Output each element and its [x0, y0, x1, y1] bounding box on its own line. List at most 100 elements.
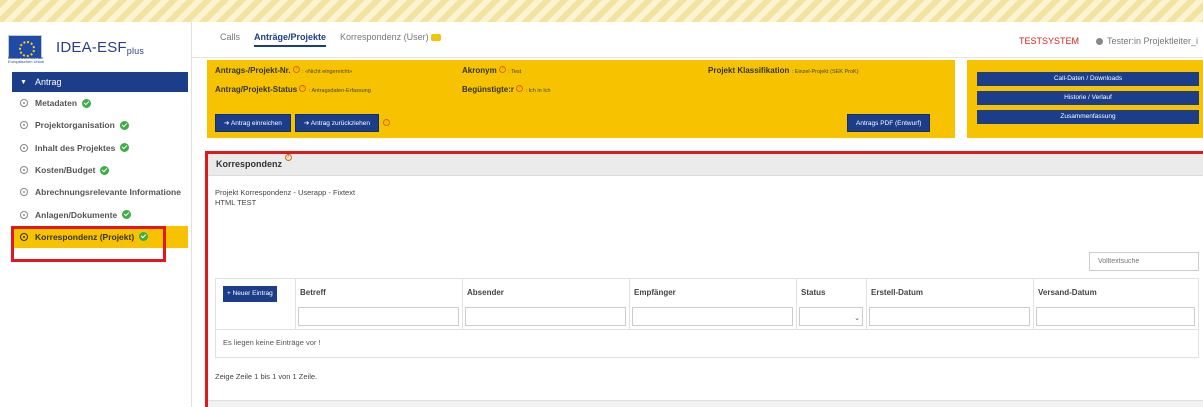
caret-down-icon: ▼	[20, 78, 27, 86]
brand-name: IDEA-ESF	[56, 38, 127, 56]
column-betreff: Betreff	[296, 279, 463, 329]
column-versand-datum: Versand-Datum	[1034, 279, 1198, 329]
filter-input-absender[interactable]	[465, 307, 626, 326]
tab-korrespondenz-user[interactable]: Korrespondenz (User)	[340, 32, 441, 47]
filter-input-betreff[interactable]	[298, 307, 459, 326]
sidebar-item-metadaten[interactable]: Metadaten	[12, 92, 188, 114]
summary-button[interactable]: Zusammenfassung	[977, 110, 1199, 124]
classification-value: : Einzel-Projekt (SEK ProK)	[791, 69, 859, 75]
chat-icon	[430, 34, 441, 42]
radio-bullet-icon	[20, 121, 28, 130]
column-label: Erstell-Datum	[871, 288, 924, 297]
check-circle-icon	[120, 143, 130, 153]
column-empfaenger: Empfänger	[630, 279, 797, 329]
top-stripe	[0, 0, 1203, 22]
column-label: Versand-Datum	[1038, 288, 1097, 297]
sidebar-item-label: Kosten/Budget	[35, 165, 96, 176]
project-status-label: Antrag/Projekt-Status	[215, 85, 298, 94]
filter-input-erstell-datum[interactable]	[869, 307, 1030, 326]
correspondence-table: + Neuer Eintrag Betreff Absender Empfäng…	[215, 278, 1199, 358]
column-label: Absender	[467, 288, 504, 297]
help-icon[interactable]: ?	[516, 85, 524, 92]
sidebar-item-kosten[interactable]: Kosten/Budget	[12, 159, 188, 181]
main-tabs: Calls Anträge/Projekte Korrespondenz (Us…	[220, 32, 455, 47]
acronym-label: Akronym	[462, 66, 497, 75]
sidebar-header-antrag[interactable]: ▼ Antrag	[12, 72, 188, 92]
section-title: Korrespondenz	[216, 159, 283, 169]
fulltext-search-input[interactable]	[1089, 252, 1199, 271]
eu-caption: Kofinanziert von der Europäischen Union	[8, 55, 45, 64]
check-circle-icon	[122, 210, 132, 220]
logo-area: Kofinanziert von der Europäischen Union …	[8, 28, 188, 66]
filter-input-empfaenger[interactable]	[632, 307, 793, 326]
brand-suffix: plus	[126, 45, 145, 56]
beneficiary-value: : Ich in Ich	[525, 88, 551, 94]
column-label: Empfänger	[634, 288, 676, 297]
sidebar-item-anlagen[interactable]: Anlagen/Dokumente	[12, 203, 188, 225]
project-status: Antrag/Projekt-Status ? : Antragsdaten-E…	[215, 85, 371, 94]
submit-application-button[interactable]: ➔ Antrag einreichen	[215, 114, 291, 132]
classification-label: Projekt Klassifikation	[708, 66, 790, 75]
tab-calls[interactable]: Calls	[220, 32, 240, 47]
tab-label: Korrespondenz (User)	[340, 32, 429, 42]
radio-bullet-icon	[20, 166, 28, 175]
check-circle-icon	[119, 120, 129, 130]
button-label: Antrag zurückziehen	[310, 120, 371, 127]
button-label: Neuer Eintrag	[232, 290, 273, 297]
bottom-divider	[208, 400, 1203, 407]
radio-bullet-icon	[20, 188, 28, 197]
sidebar-item-abrechnung[interactable]: Abrechnungsrelevante Informatione	[12, 181, 188, 203]
user-icon	[1096, 38, 1103, 46]
project-acronym: Akronym ? : Test	[462, 66, 521, 75]
radio-bullet-icon	[20, 99, 28, 108]
sidebar-item-label: Inhalt des Projektes	[35, 142, 116, 153]
filter-input-versand-datum[interactable]	[1036, 307, 1195, 326]
check-circle-icon	[82, 98, 92, 108]
sidebar-item-projektorganisation[interactable]: Projektorganisation	[12, 114, 188, 136]
fixtext: Projekt Korrespondenz - Userapp - Fixtex…	[215, 188, 355, 208]
top-navbar: Calls Anträge/Projekte Korrespondenz (Us…	[192, 22, 1203, 58]
user-menu[interactable]: Tester:in Projektleiter_i	[1096, 36, 1198, 46]
button-label: Antrag einreichen	[230, 120, 282, 127]
radio-bullet-icon	[20, 210, 28, 219]
tab-antraege-projekte[interactable]: Anträge/Projekte	[254, 32, 327, 47]
sidebar-item-label: Metadaten	[35, 98, 78, 109]
project-classification: Projekt Klassifikation : Einzel-Projekt …	[708, 66, 859, 75]
empty-message: Es liegen keine Einträge vor !	[215, 330, 1199, 358]
table-header: + Neuer Eintrag Betreff Absender Empfäng…	[215, 278, 1199, 330]
sidebar-item-inhalt[interactable]: Inhalt des Projektes	[12, 137, 188, 159]
help-icon[interactable]: ?	[299, 85, 307, 92]
help-icon[interactable]: ?	[292, 66, 300, 73]
fixtext-line: Projekt Korrespondenz - Userapp - Fixtex…	[215, 188, 356, 197]
withdraw-application-button[interactable]: ➔ Antrag zurückziehen	[294, 114, 380, 132]
project-beneficiary: Begünstigte:r ? : Ich in Ich	[462, 85, 551, 94]
project-number: Antrags-/Projekt-Nr. ? : «Nicht eingerei…	[215, 66, 352, 75]
call-data-downloads-button[interactable]: Call-Daten / Downloads	[977, 72, 1199, 86]
sidebar-item-label: Abrechnungsrelevante Informatione	[35, 187, 181, 198]
beneficiary-label: Begünstigte:r	[462, 85, 514, 94]
sidebar-header-label: Antrag	[34, 77, 62, 87]
column-label: Status	[801, 288, 826, 297]
new-entry-button[interactable]: + Neuer Eintrag	[223, 286, 277, 302]
column-label: Betreff	[300, 288, 326, 297]
project-number-label: Antrags-/Projekt-Nr.	[215, 66, 291, 75]
system-badge: TESTSYSTEM	[1019, 36, 1080, 46]
project-actions: ➔ Antrag einreichen ➔ Antrag zurückziehe…	[215, 114, 391, 132]
sidebar: Kofinanziert von der Europäischen Union …	[0, 22, 192, 407]
project-status-value: : Antragsdaten-Erfassung	[308, 88, 371, 94]
project-number-value: : «Nicht eingereicht»	[302, 69, 353, 75]
check-circle-icon	[100, 165, 110, 175]
help-icon[interactable]: ?	[383, 119, 391, 126]
acronym-value: : Test	[508, 69, 522, 75]
project-side-panel: Call-Daten / Downloads Historie / Verlau…	[967, 60, 1203, 138]
column-absender: Absender	[463, 279, 630, 329]
project-header-panel: Antrags-/Projekt-Nr. ? : «Nicht eingerei…	[207, 60, 955, 138]
section-header: Korrespondenz ?	[208, 154, 1203, 176]
pdf-draft-button[interactable]: Antrags PDF (Entwurf)	[847, 114, 931, 132]
help-icon[interactable]: ?	[498, 66, 506, 73]
history-button[interactable]: Historie / Verlauf	[977, 91, 1199, 105]
pagination-info: Zeige Zeile 1 bis 1 von 1 Zeile.	[215, 372, 318, 381]
column-erstell-datum: Erstell-Datum	[867, 279, 1034, 329]
brand-logo[interactable]: IDEA-ESFplus	[56, 39, 144, 56]
help-icon[interactable]: ?	[284, 154, 292, 161]
